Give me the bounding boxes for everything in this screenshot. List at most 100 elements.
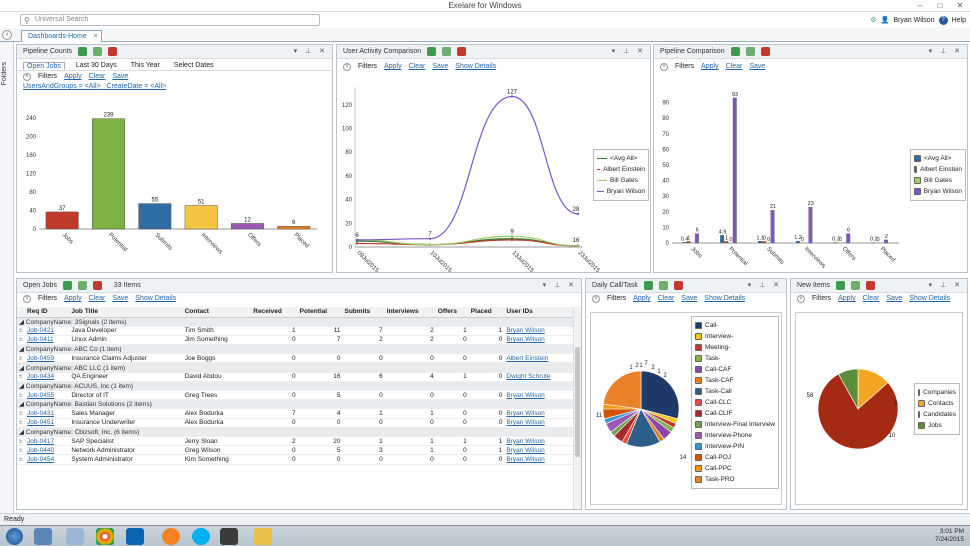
panel-controls[interactable]: ▾ ⊥ ✕ (929, 281, 963, 289)
group-row[interactable]: ◢ CompanyName: 3Signals (2 items) (17, 317, 573, 327)
close-tab-icon[interactable]: × (94, 31, 98, 42)
taskbar-app-icon[interactable] (66, 528, 84, 545)
copy-icon[interactable] (77, 281, 87, 290)
panel-controls[interactable]: ▾ ⊥ ✕ (929, 47, 963, 55)
collapse-filters-icon[interactable]: ˅ (592, 294, 600, 303)
refresh-icon[interactable] (643, 281, 653, 290)
chrome-icon[interactable] (96, 528, 114, 545)
group-row[interactable]: ◢ CompanyName: Bastian Solutions (2 item… (17, 399, 573, 410)
expand-row-icon[interactable]: ± (17, 353, 25, 364)
table-row[interactable]: ± Job-0431 Sales Manager Alex Bodurka 7 4 1 1 0 0… (17, 408, 573, 419)
start-button[interactable] (6, 528, 23, 545)
taskbar-app-icon[interactable] (34, 528, 52, 545)
cell-user[interactable]: Albert Einstein (504, 353, 573, 364)
scrollbar-thumb[interactable] (575, 347, 580, 457)
apply-link[interactable]: Apply (633, 295, 651, 302)
cell-id[interactable]: Job-0434 (25, 372, 70, 382)
folders-rail[interactable]: Folders (0, 42, 14, 513)
clear-link[interactable]: Clear (89, 295, 106, 302)
group-row[interactable]: ◢ CompanyName: ABC Co (1 item) (17, 344, 573, 355)
export-icon[interactable] (760, 47, 770, 56)
cell-user[interactable]: Bryan Wilson (504, 445, 573, 456)
save-link[interactable]: Save (681, 295, 697, 302)
refresh-icon[interactable] (427, 47, 437, 56)
export-icon[interactable] (866, 281, 876, 290)
explorer-icon[interactable] (254, 528, 272, 545)
expand-row-icon[interactable]: ± (17, 436, 25, 447)
cell-id[interactable]: Job-0459 (25, 353, 70, 364)
table-row[interactable]: ± Job-0421 Java Developer Tim Smith 1 11 7 2 1 1 B… (17, 326, 573, 336)
table-row[interactable]: ± Job-0434 QA Engineer David Abdou 0 16 6 4 1 0 Dw… (17, 372, 573, 382)
tab-dashboards-home[interactable]: Dashboards-Home × (21, 30, 102, 42)
column-header[interactable]: Interviews (384, 307, 436, 318)
panel-controls[interactable]: ▾ ⊥ ✕ (612, 47, 646, 55)
column-header[interactable]: Received (251, 307, 298, 318)
copy-icon[interactable] (658, 281, 668, 290)
help-icon[interactable]: ? (938, 15, 948, 25)
taskbar-app-icon[interactable] (220, 528, 238, 545)
copy-icon[interactable] (93, 47, 103, 56)
subtab-open-jobs[interactable]: Open Jobs (23, 62, 65, 70)
collapse-filters-icon[interactable]: ˅ (23, 294, 31, 303)
table-row[interactable]: ± Job-0455 Director of IT Greg Trees 0 5 0 0 0 0 B… (17, 390, 573, 401)
refresh-icon[interactable] (78, 47, 88, 56)
cell-id[interactable]: Job-0411 (25, 335, 70, 346)
table-row[interactable]: ± Job-0440 Network Administrator Greg Wilso… (17, 445, 573, 456)
outlook-icon[interactable] (126, 528, 144, 545)
copy-icon[interactable] (851, 281, 861, 290)
column-header[interactable]: Req ID (25, 307, 70, 318)
column-header[interactable]: Job Title (69, 307, 183, 318)
system-clock[interactable]: 3:01 PM 7/24/2015 (935, 528, 964, 544)
cell-user[interactable]: Bryan Wilson (504, 408, 573, 419)
table-row[interactable]: ± Job-0411 Linux Admin Jim Something 0 7 2 2 0 0 B… (17, 335, 573, 346)
column-header[interactable]: Submits (342, 307, 385, 318)
expand-row-icon[interactable]: ± (17, 418, 25, 428)
cell-id[interactable]: Job-0451 (25, 418, 70, 428)
refresh-icon[interactable] (836, 281, 846, 290)
apply-link[interactable]: Apply (64, 73, 82, 80)
panel-controls[interactable]: ▾ ⊥ ✕ (543, 281, 577, 289)
column-header[interactable]: Potential (297, 307, 343, 318)
expand-row-icon[interactable]: ± (17, 454, 25, 465)
criteria-createdate[interactable]: CreateDate = <All> (106, 83, 166, 90)
maximize-button[interactable]: □ (930, 0, 950, 11)
close-button[interactable]: ✕ (950, 0, 970, 11)
collapse-filters-icon[interactable]: ˅ (660, 62, 668, 71)
cell-user[interactable]: Bryan Wilson (504, 454, 573, 465)
column-header[interactable]: Offers (435, 307, 469, 318)
clear-link[interactable]: Clear (863, 295, 880, 302)
group-row[interactable]: ◢ CompanyName: ACUUS, Inc (1 item) (17, 381, 573, 392)
refresh-icon[interactable] (62, 281, 72, 290)
table-row[interactable]: ± Job-0451 Insurance Underwriter Alex Bodur… (17, 418, 573, 428)
group-label[interactable]: ◢ CompanyName: Cbizsoft, Inc. (6 items) (17, 427, 573, 437)
group-label[interactable]: ◢ CompanyName: ABC LLC (1 item) (17, 362, 573, 373)
apply-link[interactable]: Apply (701, 63, 719, 70)
universal-search-input[interactable]: ⚲ Universal Search (20, 14, 320, 26)
settings-icon[interactable]: ⚙ (870, 16, 876, 24)
cell-user[interactable]: Bryan Wilson (504, 390, 573, 401)
export-icon[interactable] (92, 281, 102, 290)
show-details-link[interactable]: Show Details (455, 63, 496, 70)
group-label[interactable]: ◢ CompanyName: 3Signals (2 items) (17, 317, 573, 327)
group-label[interactable]: ◢ CompanyName: Bastian Solutions (2 item… (17, 399, 573, 410)
cell-user[interactable]: Bryan Wilson (504, 335, 573, 346)
skype-icon[interactable] (192, 528, 210, 545)
cell-id[interactable]: Job-0431 (25, 408, 70, 419)
expand-row-icon[interactable]: ± (17, 326, 25, 336)
copy-icon[interactable] (745, 47, 755, 56)
column-header[interactable]: Contact (182, 307, 252, 318)
apply-link[interactable]: Apply (64, 295, 82, 302)
panel-controls[interactable]: ▾ ⊥ ✕ (294, 47, 328, 55)
subtab-last-30-days[interactable]: Last 30 Days (73, 62, 120, 70)
save-link[interactable]: Save (112, 73, 128, 80)
group-label[interactable]: ◢ CompanyName: ACUUS, Inc (1 item) (17, 381, 573, 392)
cell-id[interactable]: Job-0454 (25, 454, 70, 465)
save-link[interactable]: Save (749, 63, 765, 70)
apply-link[interactable]: Apply (384, 63, 402, 70)
cell-id[interactable]: Job-0455 (25, 390, 70, 401)
group-label[interactable]: ◢ CompanyName: ABC Co (1 item) (17, 344, 573, 355)
show-details-link[interactable]: Show Details (909, 295, 950, 302)
export-icon[interactable] (457, 47, 467, 56)
panel-controls[interactable]: ▾ ⊥ ✕ (748, 281, 782, 289)
refresh-icon[interactable] (730, 47, 740, 56)
